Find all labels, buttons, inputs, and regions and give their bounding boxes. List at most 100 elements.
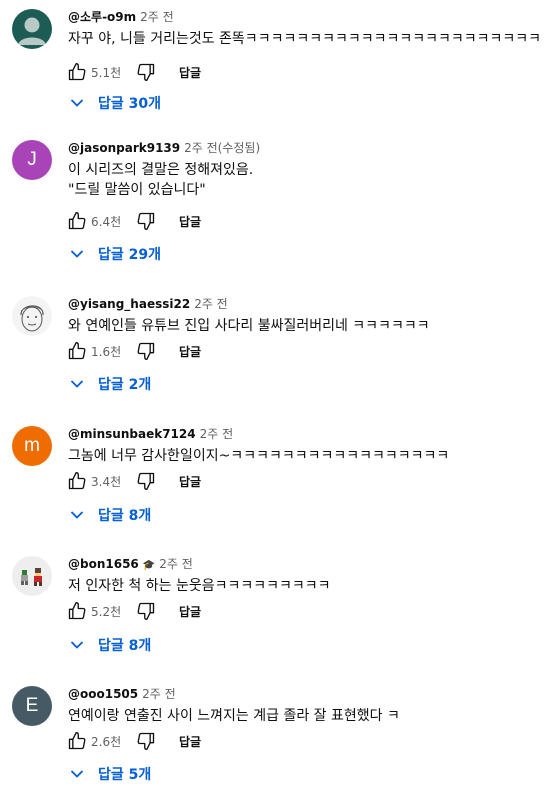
thumbs-up-icon — [68, 732, 86, 750]
like-button[interactable] — [66, 61, 88, 83]
thumbs-down-icon — [137, 602, 155, 620]
comment-header: @jasonpark9139 2주 전(수정됨) — [68, 140, 260, 156]
comment-thread: E @ooo1505 2주 전 연예이랑 연출진 사이 느껴지는 계급 졸라 잘 … — [0, 677, 545, 791]
avatar[interactable]: E — [12, 686, 52, 726]
like-count: 2.6천 — [91, 734, 122, 749]
pixel-figures-icon — [21, 568, 42, 586]
thumbs-down-icon — [137, 212, 155, 230]
comment-header: @bon1656 🎓 2주 전 — [68, 556, 193, 574]
chevron-down-icon — [70, 250, 84, 258]
view-replies-button[interactable]: 답글 5개 — [70, 762, 151, 786]
replies-count-label: 답글 8개 — [98, 508, 152, 524]
thumbs-up-icon — [68, 63, 86, 81]
comment-text: 와 연예인들 유튜브 진입 사다리 불싸질러버리네 ㅋㅋㅋㅋㅋㅋ — [68, 316, 538, 336]
default-user-icon — [18, 17, 46, 45]
chevron-down-icon — [70, 770, 84, 778]
reply-button[interactable]: 답글 — [179, 213, 201, 230]
comment-time[interactable]: 2주 전 — [159, 557, 193, 571]
comment-text: 연예이랑 연출진 사이 느껴지는 계급 졸라 잘 표현했다 ㅋ — [68, 706, 538, 726]
replies-count-label: 답글 8개 — [98, 638, 152, 654]
avatar[interactable]: J — [12, 140, 52, 180]
avatar-letter: J — [27, 149, 37, 170]
view-replies-button[interactable]: 답글 29개 — [70, 242, 161, 266]
comment-text: 저 인자한 척 하는 눈웃음ㅋㅋㅋㅋㅋㅋㅋㅋㅋ — [68, 576, 538, 596]
avatar[interactable] — [12, 9, 52, 49]
view-replies-button[interactable]: 답글 30개 — [70, 91, 161, 115]
like-count: 5.1천 — [91, 65, 122, 80]
comment-line: 와 연예인들 유튜브 진입 사다리 불싸질러버리네 ㅋㅋㅋㅋㅋㅋ — [68, 318, 430, 334]
avatar[interactable] — [12, 556, 52, 596]
comment-text: 자꾸 야, 니들 거리는것도 존똑ㅋㅋㅋㅋㅋㅋㅋㅋㅋㅋㅋㅋㅋㅋㅋㅋㅋㅋㅋㅋㅋㅋㅋ — [68, 29, 541, 49]
comment-list: @소루-o9m 2주 전 자꾸 야, 니들 거리는것도 존똑ㅋㅋㅋㅋㅋㅋㅋㅋㅋㅋㅋ… — [0, 0, 545, 791]
thumbs-up-icon — [68, 602, 86, 620]
comment-time[interactable]: 2주 전 — [184, 141, 218, 155]
thumbs-up-icon — [68, 342, 86, 360]
edited-label: (수정됨) — [217, 141, 261, 155]
dislike-button[interactable] — [135, 210, 157, 232]
comment-thread: @소루-o9m 2주 전 자꾸 야, 니들 거리는것도 존똑ㅋㅋㅋㅋㅋㅋㅋㅋㅋㅋㅋ… — [0, 0, 545, 130]
like-count: 3.4천 — [91, 474, 122, 489]
comment-header: @yisang_haessi22 2주 전 — [68, 296, 228, 312]
like-button[interactable] — [66, 210, 88, 232]
author-handle[interactable]: @소루-o9m — [68, 10, 136, 24]
comment-text: 이 시리즈의 결말은 정해져있음. "드릴 말씀이 있습니다" — [68, 160, 538, 200]
replies-count-label: 답글 2개 — [98, 377, 152, 393]
comment-header: @minsunbaek7124 2주 전 — [68, 426, 233, 442]
thumbs-down-icon — [137, 472, 155, 490]
chevron-down-icon — [70, 641, 84, 649]
view-replies-button[interactable]: 답글 8개 — [70, 633, 151, 657]
avatar-letter: m — [24, 435, 40, 456]
reply-button[interactable]: 답글 — [179, 733, 201, 750]
thumbs-up-icon — [68, 472, 86, 490]
view-replies-button[interactable]: 답글 8개 — [70, 503, 151, 527]
comment-thread: @yisang_haessi22 2주 전 와 연예인들 유튜브 진입 사다리 불… — [0, 287, 545, 417]
reply-button[interactable]: 답글 — [179, 603, 201, 620]
like-button[interactable] — [66, 730, 88, 752]
comment-time[interactable]: 2주 전 — [140, 10, 174, 24]
like-button[interactable] — [66, 470, 88, 492]
comment-line: 저 인자한 척 하는 눈웃음ㅋㅋㅋㅋㅋㅋㅋㅋㅋ — [68, 578, 331, 594]
comment-time[interactable]: 2주 전 — [142, 687, 176, 701]
thumbs-down-icon — [137, 732, 155, 750]
replies-count-label: 답글 5개 — [98, 767, 152, 783]
avatar[interactable]: m — [12, 426, 52, 466]
reply-button[interactable]: 답글 — [179, 343, 201, 360]
chevron-down-icon — [70, 380, 84, 388]
like-count: 5.2천 — [91, 604, 122, 619]
like-count: 6.4천 — [91, 214, 122, 229]
comment-line: 연예이랑 연출진 사이 느껴지는 계급 졸라 잘 표현했다 ㅋ — [68, 708, 400, 724]
sketch-face-icon — [20, 305, 44, 332]
author-handle[interactable]: @minsunbaek7124 — [68, 427, 196, 441]
chevron-down-icon — [70, 511, 84, 519]
comment-line: 이 시리즈의 결말은 정해져있음. — [68, 162, 254, 178]
dislike-button[interactable] — [135, 470, 157, 492]
comment-actions: 2.6천 답글 — [66, 729, 201, 753]
comment-actions: 1.6천 답글 — [66, 339, 201, 363]
dislike-button[interactable] — [135, 61, 157, 83]
comment-text: 그놈에 너무 감사한일이지~ㅋㅋㅋㅋㅋㅋㅋㅋㅋㅋㅋㅋㅋㅋㅋㅋㅋ — [68, 446, 538, 466]
comment-actions: 5.2천 답글 — [66, 599, 201, 623]
reply-button[interactable]: 답글 — [179, 64, 201, 81]
comment-actions: 6.4천 답글 — [66, 209, 201, 233]
avatar-letter: E — [25, 695, 39, 716]
like-button[interactable] — [66, 600, 88, 622]
replies-count-label: 답글 29개 — [98, 247, 161, 263]
comment-time[interactable]: 2주 전 — [200, 427, 234, 441]
comment-line: "드릴 말씀이 있습니다" — [68, 182, 206, 198]
comment-line: 그놈에 너무 감사한일이지~ㅋㅋㅋㅋㅋㅋㅋㅋㅋㅋㅋㅋㅋㅋㅋㅋㅋ — [68, 448, 450, 464]
like-button[interactable] — [66, 340, 88, 362]
like-count: 1.6천 — [91, 344, 122, 359]
comment-header: @소루-o9m 2주 전 — [68, 9, 174, 25]
reply-button[interactable]: 답글 — [179, 473, 201, 490]
dislike-button[interactable] — [135, 340, 157, 362]
avatar[interactable] — [12, 296, 52, 336]
author-handle[interactable]: @jasonpark9139 — [68, 141, 180, 155]
author-handle[interactable]: @yisang_haessi22 — [68, 297, 190, 311]
dislike-button[interactable] — [135, 600, 157, 622]
replies-count-label: 답글 30개 — [98, 96, 161, 112]
comment-time[interactable]: 2주 전 — [194, 297, 228, 311]
author-handle[interactable]: @ooo1505 — [68, 687, 138, 701]
author-handle[interactable]: @bon1656 — [68, 557, 139, 571]
view-replies-button[interactable]: 답글 2개 — [70, 372, 151, 396]
dislike-button[interactable] — [135, 730, 157, 752]
